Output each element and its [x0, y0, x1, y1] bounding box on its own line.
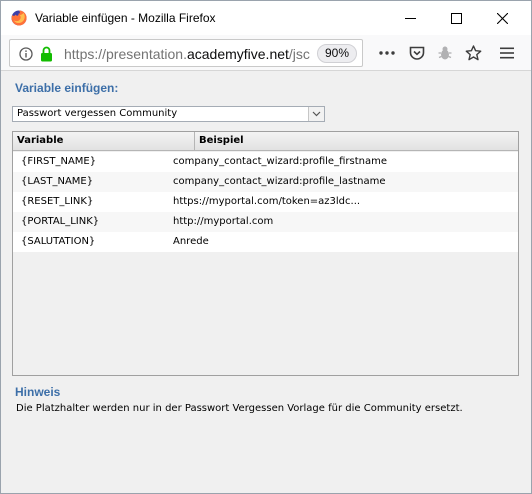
- pocket-icon: [409, 46, 425, 60]
- maximize-icon: [450, 12, 462, 24]
- bookmark-button[interactable]: [462, 42, 484, 64]
- table-header: Variable Beispiel: [13, 132, 518, 151]
- maximize-button[interactable]: [433, 1, 479, 35]
- more-actions-button[interactable]: [376, 42, 398, 64]
- menu-button[interactable]: [496, 42, 518, 64]
- variable-cell: {PORTAL_LINK}: [21, 216, 100, 227]
- menu-icon: [500, 47, 514, 59]
- more-icon: [379, 51, 395, 55]
- variable-cell: {FIRST_NAME}: [21, 156, 97, 167]
- column-header-example[interactable]: Beispiel: [195, 132, 518, 151]
- example-cell: http://myportal.com: [173, 216, 274, 227]
- hint-text: Die Platzhalter werden nur in der Passwo…: [16, 403, 463, 414]
- url-suffix: /jsc: [288, 46, 310, 62]
- template-select-value: Passwort vergessen Community: [17, 108, 178, 119]
- minimize-button[interactable]: [387, 1, 433, 35]
- extension-icon: [438, 46, 452, 60]
- variable-cell: {SALUTATION}: [21, 236, 96, 247]
- url-prefix: https://presentation.: [64, 46, 187, 62]
- example-cell: Anrede: [173, 236, 209, 247]
- close-icon: [496, 12, 508, 24]
- bookmark-star-icon: [465, 45, 481, 61]
- hint-heading: Hinweis: [15, 385, 61, 399]
- table-row[interactable]: {RESET_LINK} https://myportal.com/token=…: [13, 192, 518, 212]
- table-row[interactable]: {LAST_NAME} company_contact_wizard:profi…: [13, 172, 518, 192]
- variable-cell: {LAST_NAME}: [21, 176, 94, 187]
- table-row[interactable]: {SALUTATION} Anrede: [13, 232, 518, 252]
- lock-icon[interactable]: [40, 46, 53, 62]
- example-cell: company_contact_wizard:profile_lastname: [173, 176, 386, 187]
- table-body: {FIRST_NAME} company_contact_wizard:prof…: [13, 152, 518, 252]
- close-button[interactable]: [479, 1, 525, 35]
- url-field[interactable]: https://presentation.academyfive.net/jsc…: [9, 39, 363, 67]
- title-bar: Variable einfügen - Mozilla Firefox: [1, 1, 531, 35]
- table-row[interactable]: {FIRST_NAME} company_contact_wizard:prof…: [13, 152, 518, 172]
- extension-button[interactable]: [434, 42, 456, 64]
- firefox-logo: [11, 10, 27, 26]
- minimize-icon: [404, 17, 416, 19]
- window-title: Variable einfügen - Mozilla Firefox: [35, 11, 216, 25]
- template-select[interactable]: Passwort vergessen Community: [12, 106, 325, 122]
- navigation-bar: https://presentation.academyfive.net/jsc…: [1, 35, 531, 71]
- variables-table: Variable Beispiel {FIRST_NAME} company_c…: [12, 131, 519, 376]
- info-icon[interactable]: [19, 47, 33, 61]
- dialog-heading: Variable einfügen:: [15, 81, 119, 95]
- zoom-indicator[interactable]: 90%: [317, 44, 357, 63]
- dialog-content: Variable einfügen: Passwort vergessen Co…: [1, 72, 531, 493]
- pocket-button[interactable]: [406, 42, 428, 64]
- url-domain: academyfive.net: [186, 46, 289, 62]
- url-text[interactable]: https://presentation.academyfive.net/jsc: [64, 46, 310, 62]
- dropdown-arrow-icon[interactable]: [308, 107, 324, 121]
- column-header-variable[interactable]: Variable: [13, 132, 195, 151]
- variable-cell: {RESET_LINK}: [21, 196, 94, 207]
- table-row[interactable]: {PORTAL_LINK} http://myportal.com: [13, 212, 518, 232]
- example-cell: company_contact_wizard:profile_firstname: [173, 156, 387, 167]
- browser-window: Variable einfügen - Mozilla Firefox http…: [0, 0, 532, 494]
- example-cell: https://myportal.com/token=az3ldc...: [173, 196, 361, 207]
